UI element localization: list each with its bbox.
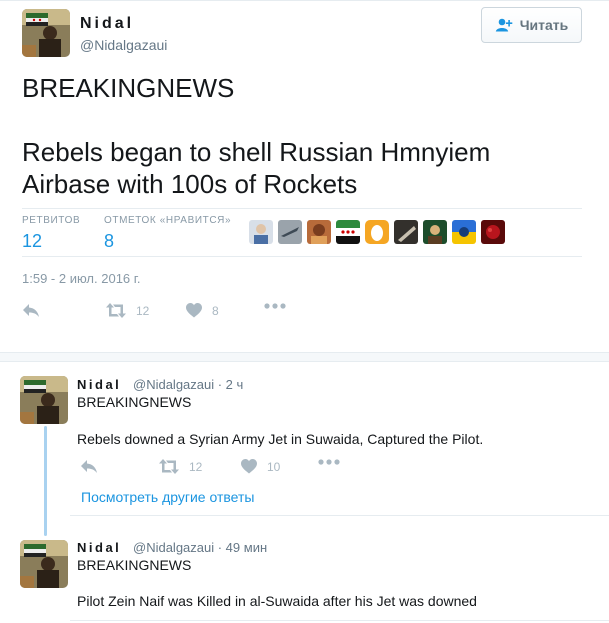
more-icon [318, 459, 340, 465]
retweets-stat[interactable]: РЕТВИТОВ 12 [22, 215, 80, 252]
like-button[interactable]: 8 [186, 303, 219, 318]
liker-avatar[interactable] [423, 220, 447, 244]
reply-icon [23, 304, 39, 317]
add-user-icon [495, 18, 513, 32]
reply-meta[interactable]: @Nidalgazaui · 49 мин [133, 540, 267, 555]
more-button[interactable] [264, 303, 286, 309]
thread-connector [44, 426, 47, 536]
liker-avatar[interactable] [365, 220, 389, 244]
likes-label: ОТМЕТОК «НРАВИТСЯ» [104, 215, 232, 226]
heart-icon [241, 459, 257, 474]
tweet-text: BREAKINGNEWS Rebels began to shell Russi… [22, 73, 491, 199]
reply-avatar[interactable] [20, 540, 68, 588]
author-handle[interactable]: @Nidalgazaui [80, 37, 167, 53]
retweet-icon [159, 459, 179, 474]
avatar-image [20, 540, 68, 588]
reply-text-line2: Pilot Zein Naif was Killed in al-Suwaida… [77, 593, 477, 609]
reply-text-line2: Rebels downed a Syrian Army Jet in Suwai… [77, 431, 484, 447]
author-name[interactable]: Nidal [80, 15, 134, 33]
retweets-label: РЕТВИТОВ [22, 215, 81, 226]
reply-avatar[interactable] [20, 376, 68, 424]
liker-avatar[interactable] [307, 220, 331, 244]
top-border [0, 0, 609, 1]
like-count: 10 [267, 459, 281, 474]
stats-bottom-divider [22, 256, 582, 257]
like-count: 8 [212, 303, 219, 318]
bottom-divider [70, 620, 609, 621]
follow-button[interactable]: Читать [481, 7, 582, 43]
retweets-count: 12 [22, 231, 43, 251]
reply-author-name[interactable]: Nidal [77, 540, 121, 555]
retweet-button[interactable]: 12 [159, 459, 202, 474]
reply-button[interactable] [22, 303, 40, 318]
retweet-count: 12 [136, 303, 150, 318]
like-button[interactable]: 10 [241, 459, 280, 474]
reply-meta[interactable]: @Nidalgazaui · 2 ч [133, 377, 243, 392]
more-icon [264, 303, 286, 309]
retweet-button[interactable]: 12 [106, 303, 149, 318]
liker-avatar[interactable] [394, 220, 418, 244]
avatar-image [22, 9, 70, 57]
tweet-timestamp[interactable]: 1:59 - 2 июл. 2016 г. [22, 271, 141, 286]
stats-top-divider [22, 208, 582, 209]
likes-stat[interactable]: ОТМЕТОК «НРАВИТСЯ» 8 [104, 215, 231, 252]
liker-avatar[interactable] [481, 220, 505, 244]
likers-avatars [249, 220, 505, 244]
reply-divider [70, 515, 609, 516]
author-avatar[interactable] [22, 9, 70, 57]
reply-text-line1: BREAKINGNEWS [77, 394, 192, 410]
more-replies-link[interactable]: Посмотреть другие ответы [81, 489, 254, 505]
heart-icon [186, 303, 202, 318]
follow-label: Читать [519, 17, 569, 33]
reply-text-line1: BREAKINGNEWS [77, 557, 192, 573]
liker-avatar[interactable] [452, 220, 476, 244]
retweet-icon [106, 303, 126, 318]
more-button[interactable] [318, 459, 340, 465]
retweet-count: 12 [189, 459, 203, 474]
liker-avatar[interactable] [249, 220, 273, 244]
likes-count: 8 [104, 231, 115, 251]
liker-avatar[interactable] [278, 220, 302, 244]
reply-button[interactable] [80, 459, 98, 474]
liker-avatar[interactable] [336, 220, 360, 244]
reply-author-name[interactable]: Nidal [77, 377, 121, 392]
reply-icon [81, 460, 97, 473]
avatar-image [20, 376, 68, 424]
section-separator [0, 352, 609, 362]
